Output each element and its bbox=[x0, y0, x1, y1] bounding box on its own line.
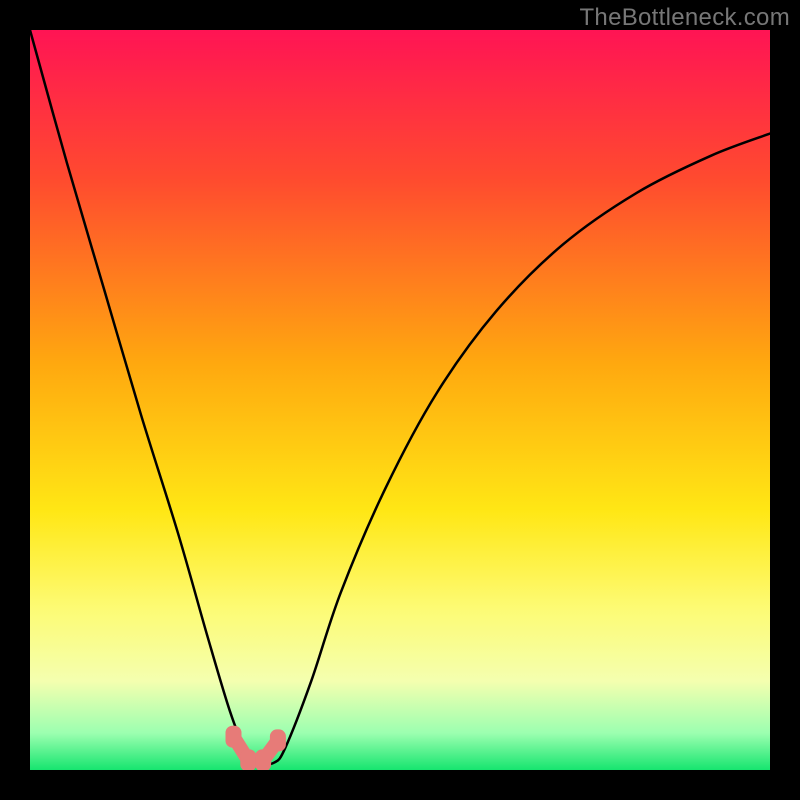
watermark-text: TheBottleneck.com bbox=[579, 4, 790, 32]
gradient-backdrop bbox=[30, 30, 770, 770]
marker-point bbox=[240, 749, 256, 770]
marker-point bbox=[226, 726, 242, 748]
plot-area bbox=[30, 30, 770, 770]
plot-svg bbox=[30, 30, 770, 770]
marker-point bbox=[255, 749, 271, 770]
chart-canvas: TheBottleneck.com bbox=[0, 0, 800, 800]
marker-point bbox=[270, 729, 286, 751]
